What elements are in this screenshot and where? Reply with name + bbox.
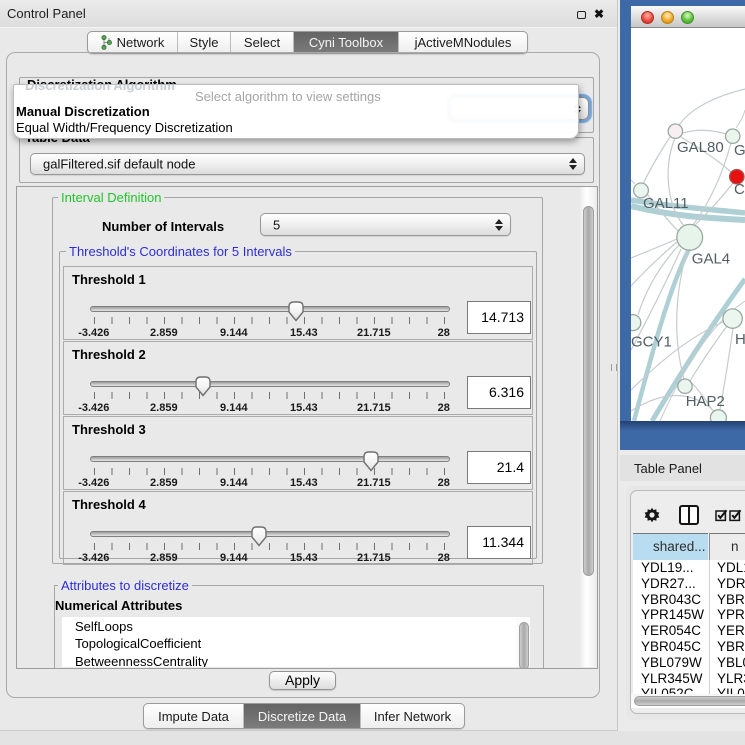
svg-text:GAL80: GAL80: [677, 139, 724, 156]
svg-text:GA: GA: [734, 142, 745, 159]
svg-text:H: H: [735, 331, 745, 348]
svg-text:GAL4: GAL4: [692, 251, 730, 268]
svg-text:C: C: [734, 181, 745, 198]
svg-text:GCY1: GCY1: [631, 334, 672, 351]
svg-text:GAL11: GAL11: [643, 195, 689, 212]
svg-text:HAP2: HAP2: [686, 393, 725, 410]
